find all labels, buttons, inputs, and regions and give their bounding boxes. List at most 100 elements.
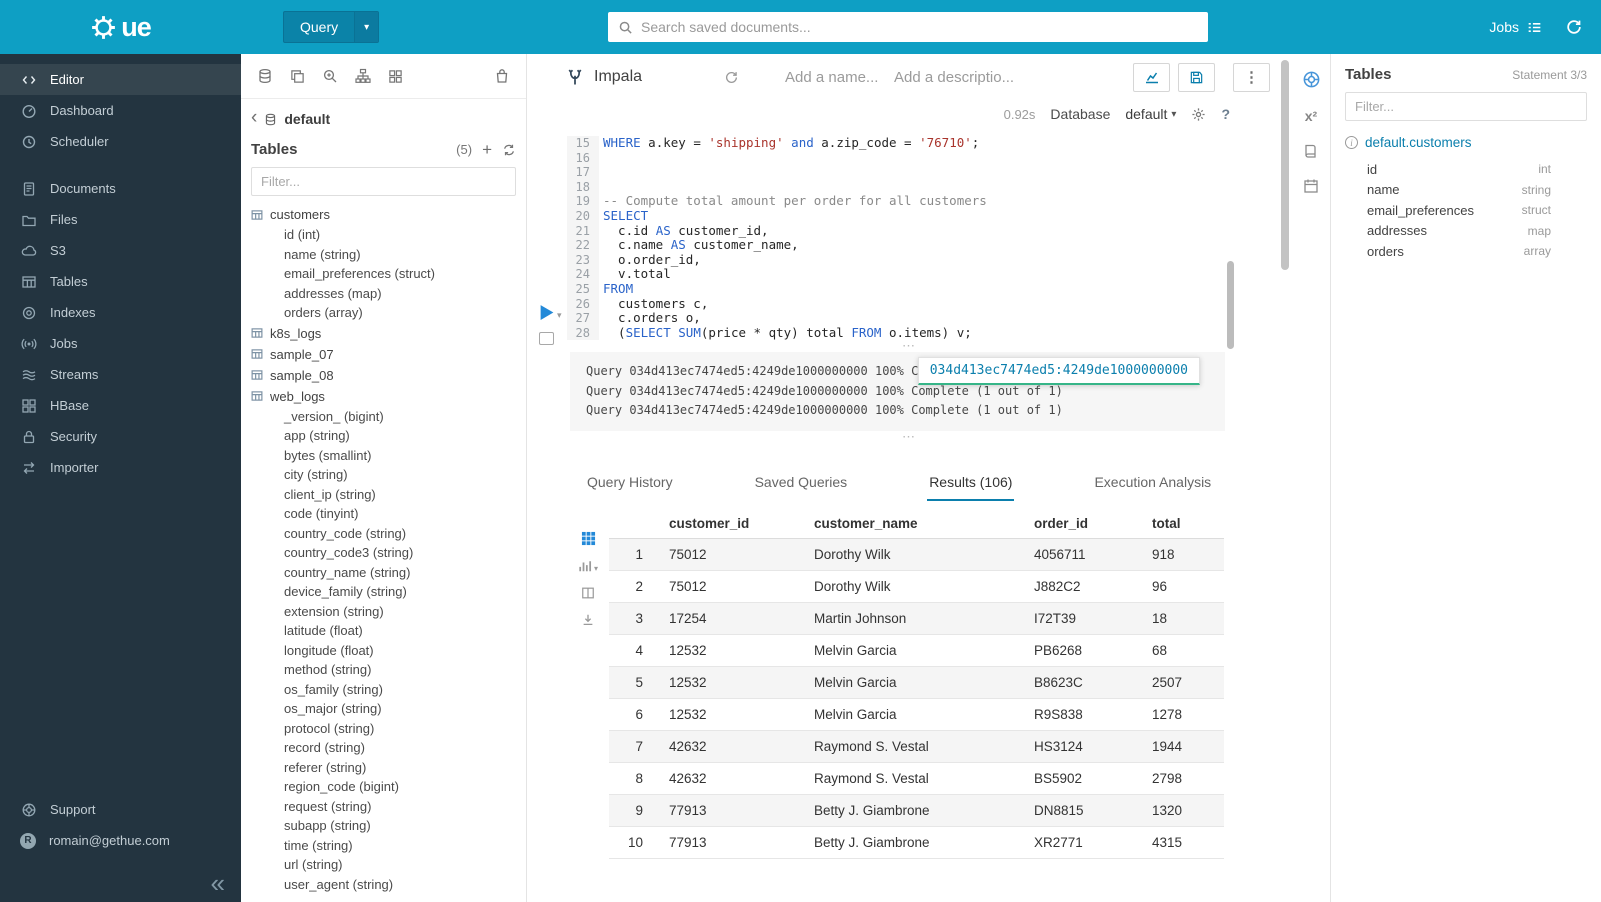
column-item[interactable]: namestring <box>1367 180 1551 201</box>
result-row[interactable]: 317254Martin JohnsonI72T3918 <box>609 602 1224 634</box>
column-item[interactable]: os_major (string) <box>251 699 516 719</box>
column-item[interactable]: referer (string) <box>251 758 516 778</box>
search-input[interactable] <box>641 19 1198 35</box>
jobs-link[interactable]: Jobs <box>1489 19 1543 36</box>
result-row[interactable]: 275012Dorothy WilkJ882C296 <box>609 570 1224 602</box>
tab-execution-analysis[interactable]: Execution Analysis <box>1092 467 1213 501</box>
table-item[interactable]: sample_08 <box>251 365 516 386</box>
chart-view-icon[interactable]: ▾ <box>578 559 598 573</box>
code-line[interactable]: customers c, <box>603 297 1232 312</box>
result-row[interactable]: 612532Melvin GarciaR9S8381278 <box>609 698 1224 730</box>
column-header[interactable]: total <box>1142 509 1224 539</box>
column-item[interactable]: id (int) <box>251 225 516 245</box>
sidebar-item-jobs[interactable]: Jobs <box>0 328 241 359</box>
statement-history-icon[interactable] <box>724 70 739 85</box>
column-item[interactable]: subapp (string) <box>251 816 516 836</box>
sidebar-item-indexes[interactable]: Indexes <box>0 297 241 328</box>
database-select[interactable]: default ▾ <box>1125 106 1176 122</box>
code-lines[interactable]: WHERE a.key = 'shipping' and a.zip_code … <box>599 136 1232 340</box>
sidebar-item-streams[interactable]: Streams <box>0 359 241 390</box>
column-item[interactable]: bytes (smallint) <box>251 446 516 466</box>
run-query-button[interactable]: ▾ <box>539 304 562 321</box>
code-line[interactable] <box>603 180 1232 195</box>
sidebar-item-dashboard[interactable]: Dashboard <box>0 95 241 126</box>
download-icon[interactable] <box>581 613 595 627</box>
column-item[interactable]: client_ip (string) <box>251 485 516 505</box>
search-plus-icon[interactable] <box>322 68 338 84</box>
run-options-caret[interactable]: ▾ <box>557 310 562 321</box>
column-item[interactable]: name (string) <box>251 245 516 265</box>
result-row[interactable]: 742632Raymond S. VestalHS31241944 <box>609 730 1224 762</box>
schedule-calendar-icon[interactable] <box>1303 178 1319 194</box>
code-line[interactable] <box>603 165 1232 180</box>
sidebar-item-tables[interactable]: Tables <box>0 266 241 297</box>
grid-layout-icon[interactable] <box>388 69 403 84</box>
grid-view-icon[interactable] <box>581 531 596 546</box>
right-filter-input[interactable] <box>1345 92 1587 121</box>
user-menu[interactable]: R romain@gethue.com <box>0 825 241 856</box>
code-line[interactable] <box>603 151 1232 166</box>
refresh-icon[interactable] <box>502 143 516 157</box>
sidebar-item-editor[interactable]: Editor <box>0 64 241 95</box>
column-item[interactable]: os_family (string) <box>251 680 516 700</box>
column-header[interactable]: order_id <box>1024 509 1142 539</box>
functions-icon[interactable]: x² <box>1305 108 1317 124</box>
code-editor[interactable]: 1516171819202122232425262728 WHERE a.key… <box>567 136 1232 340</box>
copy-icon[interactable] <box>290 69 305 84</box>
column-item[interactable]: url (string) <box>251 855 516 875</box>
column-item[interactable]: country_code (string) <box>251 524 516 544</box>
query-id-popover[interactable]: 034d413ec7474ed5:4249de1000000000 <box>918 357 1200 385</box>
sidebar-item-s3[interactable]: S3 <box>0 235 241 266</box>
result-row[interactable]: 512532Melvin GarciaB8623C2507 <box>609 666 1224 698</box>
column-item[interactable]: device_family (string) <box>251 582 516 602</box>
query-history-icon[interactable] <box>1565 18 1583 36</box>
code-line[interactable]: v.total <box>603 267 1232 282</box>
code-line[interactable]: SELECT <box>603 209 1232 224</box>
column-item[interactable]: email_preferencesstruct <box>1367 200 1551 221</box>
column-header[interactable]: customer_name <box>804 509 1024 539</box>
table-item[interactable]: web_logs <box>251 386 516 407</box>
column-item[interactable]: request (string) <box>251 797 516 817</box>
main-scrollbar[interactable] <box>1281 60 1289 270</box>
column-item[interactable]: user_agent (string) <box>251 875 516 895</box>
column-item[interactable]: _version_ (bigint) <box>251 407 516 427</box>
sidebar-item-files[interactable]: Files <box>0 204 241 235</box>
column-item[interactable]: addressesmap <box>1367 221 1551 242</box>
code-line[interactable]: c.id AS customer_id, <box>603 224 1232 239</box>
sidebar-item-documents[interactable]: Documents <box>0 173 241 204</box>
save-button[interactable] <box>1178 63 1215 92</box>
assistant-helm-icon[interactable] <box>1302 70 1321 89</box>
code-line[interactable]: c.orders o, <box>603 311 1232 326</box>
query-name-input[interactable] <box>785 69 880 86</box>
engine-name[interactable]: Impala <box>594 68 642 86</box>
collapse-sidebar-icon[interactable]: « <box>211 870 225 896</box>
column-item[interactable]: country_name (string) <box>251 563 516 583</box>
columns-view-icon[interactable] <box>581 586 595 600</box>
column-item[interactable]: region_code (bigint) <box>251 777 516 797</box>
result-row[interactable]: 842632Raymond S. VestalBS59022798 <box>609 762 1224 794</box>
tab-results[interactable]: Results (106) <box>927 467 1014 501</box>
table-item[interactable]: sample_07 <box>251 344 516 365</box>
settings-gear-icon[interactable] <box>1191 107 1206 122</box>
code-line[interactable]: -- Compute total amount per order for al… <box>603 194 1232 209</box>
query-description-input[interactable] <box>894 69 1024 86</box>
column-item[interactable]: email_preferences (struct) <box>251 264 516 284</box>
column-item[interactable]: code (tinyint) <box>251 504 516 524</box>
result-row[interactable]: 412532Melvin GarciaPB626868 <box>609 634 1224 666</box>
resize-handle[interactable]: ⋯ <box>527 431 1292 443</box>
result-row[interactable]: 175012Dorothy Wilk4056711918 <box>609 538 1224 570</box>
resize-handle[interactable]: ⋯ <box>527 340 1292 352</box>
bag-icon[interactable] <box>494 68 510 84</box>
sidebar-item-hbase[interactable]: HBase <box>0 390 241 421</box>
active-table-link[interactable]: default.customers <box>1365 135 1472 150</box>
new-query-button[interactable]: Query ▾ <box>283 11 379 43</box>
column-item[interactable]: orders (array) <box>251 303 516 323</box>
sidebar-item-security[interactable]: Security <box>0 421 241 452</box>
column-item[interactable]: protocol (string) <box>251 719 516 739</box>
sidebar-item-scheduler[interactable]: Scheduler <box>0 126 241 157</box>
sitemap-icon[interactable] <box>355 68 371 84</box>
language-reference-icon[interactable] <box>1303 143 1319 159</box>
column-item[interactable]: time (string) <box>251 836 516 856</box>
help-icon[interactable]: ? <box>1221 106 1230 122</box>
table-item[interactable]: customers <box>251 204 516 225</box>
